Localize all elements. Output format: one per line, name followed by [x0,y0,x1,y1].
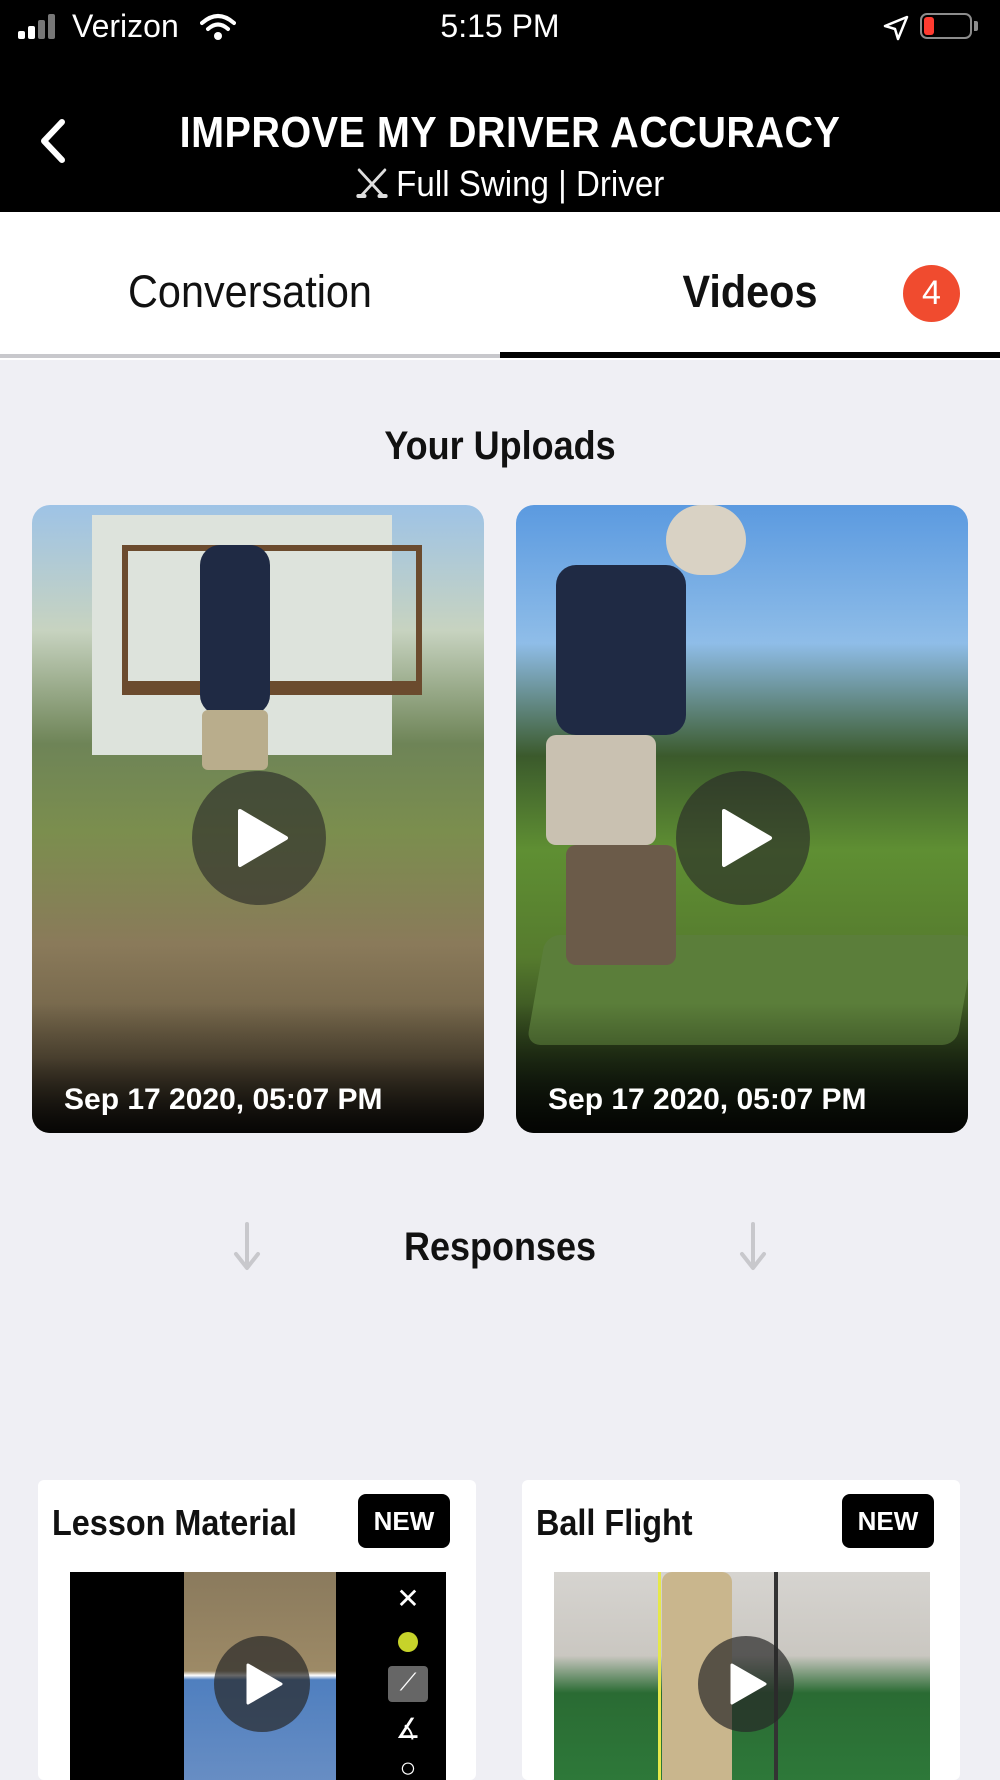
videos-count-badge: 4 [903,265,960,322]
new-badge: NEW [358,1494,450,1548]
crossed-clubs-icon [356,168,388,198]
angle-tool-icon: ∡ [395,1713,421,1744]
response-title: Ball Flight [536,1502,693,1543]
location-arrow-icon [883,15,909,41]
battery-icon [920,13,980,41]
response-thumbnail [554,1572,930,1780]
uploads-heading: Your Uploads [384,424,616,468]
video-date: Sep 17 2020, 05:07 PM [64,1083,383,1116]
play-button[interactable] [214,1636,310,1732]
clock: 5:15 PM [440,8,560,44]
page-title: IMPROVE MY DRIVER ACCURACY [179,108,841,157]
annotation-toolbar: ✕ ⟋ ∡ ○ [388,1582,428,1780]
circle-tool-icon: ○ [399,1752,417,1780]
arrow-down-icon [740,1222,766,1270]
response-card[interactable]: Ball Flight NEW [522,1480,960,1780]
play-icon [238,809,288,867]
play-icon [730,1663,767,1705]
page-subtitle: Full Swing | Driver [133,163,887,205]
response-title: Lesson Material [52,1502,297,1543]
subtitle-text: Full Swing | Driver [396,163,665,204]
status-bar: Verizon 5:15 PM [0,0,1000,56]
upload-video-card[interactable]: Sep 17 2020, 05:07 PM [516,505,968,1133]
color-dot-icon [398,1632,418,1652]
back-chevron-icon[interactable] [34,116,74,166]
tab-underline-active [500,352,1000,358]
line-tool-icon: ⟋ [388,1666,428,1702]
upload-video-card[interactable]: Sep 17 2020, 05:07 PM [32,505,484,1133]
play-icon [722,809,772,867]
video-date: Sep 17 2020, 05:07 PM [548,1083,867,1116]
play-icon [246,1663,283,1705]
new-badge: NEW [842,1494,934,1548]
close-icon: ✕ [396,1583,420,1614]
response-card[interactable]: Lesson Material NEW ✕ ⟋ ∡ ○ [38,1480,476,1780]
responses-heading: Responses [403,1225,597,1269]
tab-underline-inactive [0,354,500,358]
play-button[interactable] [698,1636,794,1732]
play-button[interactable] [676,771,810,905]
tab-conversation[interactable]: Conversation [20,266,480,318]
play-button[interactable] [192,771,326,905]
response-thumbnail: ✕ ⟋ ∡ ○ [70,1572,446,1780]
